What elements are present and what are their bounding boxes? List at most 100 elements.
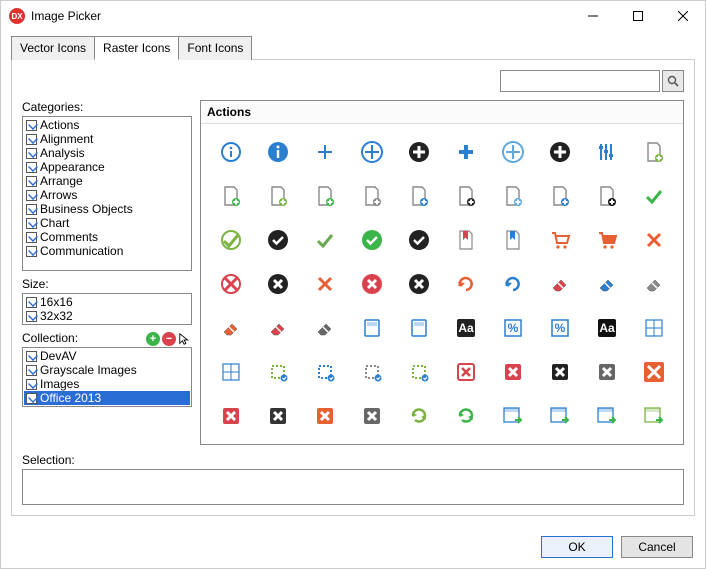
list-item[interactable]: 16x16: [24, 295, 190, 309]
list-item[interactable]: Grayscale Images: [24, 363, 190, 377]
icon-xbox[interactable]: [594, 359, 620, 385]
icon-xbox[interactable]: [547, 359, 573, 385]
checkbox-icon[interactable]: [26, 365, 37, 376]
icon-plus[interactable]: [547, 139, 573, 165]
icon-crop[interactable]: [265, 359, 291, 385]
icon-docadd[interactable]: [547, 183, 573, 209]
ok-button[interactable]: OK: [541, 536, 613, 558]
icon-docadd[interactable]: [453, 183, 479, 209]
icon-crop[interactable]: [312, 359, 338, 385]
checkbox-icon[interactable]: [26, 311, 37, 322]
icon-pct[interactable]: %: [547, 315, 573, 341]
icon-tablego[interactable]: [594, 403, 620, 429]
icon-plus[interactable]: [359, 139, 385, 165]
icon-redo[interactable]: [453, 271, 479, 297]
checkbox-icon[interactable]: [26, 148, 37, 159]
icon-xbox[interactable]: [265, 403, 291, 429]
list-item[interactable]: Appearance: [24, 160, 190, 174]
search-button[interactable]: [662, 70, 684, 92]
icon-eraser[interactable]: [547, 271, 573, 297]
categories-list[interactable]: ActionsAlignmentAnalysisAppearanceArrang…: [22, 116, 192, 271]
icon-eraser[interactable]: [312, 315, 338, 341]
list-item[interactable]: Actions: [24, 118, 190, 132]
icon-x[interactable]: [359, 271, 385, 297]
list-item[interactable]: Arrows: [24, 188, 190, 202]
icon-info[interactable]: [218, 139, 244, 165]
icon-eraser[interactable]: [641, 271, 667, 297]
checkbox-icon[interactable]: [26, 393, 37, 404]
icon-xbox[interactable]: [359, 403, 385, 429]
cancel-button[interactable]: Cancel: [621, 536, 693, 558]
icon-docadd[interactable]: [594, 183, 620, 209]
icon-eraser[interactable]: [218, 315, 244, 341]
icon-equalizer[interactable]: [594, 139, 620, 165]
size-list[interactable]: 16x1632x32: [22, 293, 192, 325]
icon-check[interactable]: [312, 227, 338, 253]
list-item[interactable]: Arrange: [24, 174, 190, 188]
minimize-button[interactable]: [570, 1, 615, 31]
icon-plus[interactable]: [500, 139, 526, 165]
list-item[interactable]: Comments: [24, 230, 190, 244]
list-item[interactable]: Office 2013: [24, 391, 190, 405]
icon-docadd[interactable]: [406, 183, 432, 209]
tab-vector-icons[interactable]: Vector Icons: [11, 36, 95, 60]
list-item[interactable]: DevAV: [24, 349, 190, 363]
list-item[interactable]: Analysis: [24, 146, 190, 160]
icon-plus[interactable]: [453, 139, 479, 165]
icon-redo[interactable]: [500, 271, 526, 297]
icon-docadd[interactable]: [500, 183, 526, 209]
icon-docadd[interactable]: [265, 183, 291, 209]
icon-bookmark[interactable]: [453, 227, 479, 253]
checkbox-icon[interactable]: [26, 379, 37, 390]
icon-plus[interactable]: [312, 139, 338, 165]
icon-refresh[interactable]: [453, 403, 479, 429]
list-item[interactable]: Images: [24, 377, 190, 391]
collection-list[interactable]: DevAVGrayscale ImagesImagesOffice 2013: [22, 347, 192, 407]
icon-xbox[interactable]: [641, 359, 667, 385]
checkbox-icon[interactable]: [26, 218, 37, 229]
icon-xbox[interactable]: [218, 403, 244, 429]
checkbox-icon[interactable]: [26, 162, 37, 173]
icon-plus[interactable]: [406, 139, 432, 165]
checkbox-icon[interactable]: [26, 190, 37, 201]
icon-x[interactable]: [218, 271, 244, 297]
icon-x[interactable]: [312, 271, 338, 297]
icon-info[interactable]: [265, 139, 291, 165]
icon-x[interactable]: [641, 227, 667, 253]
icon-x[interactable]: [406, 271, 432, 297]
checkbox-icon[interactable]: [26, 351, 37, 362]
icon-calc[interactable]: [406, 315, 432, 341]
checkbox-icon[interactable]: [26, 120, 37, 131]
list-item[interactable]: 32x32: [24, 309, 190, 323]
checkbox-icon[interactable]: [26, 232, 37, 243]
list-item[interactable]: Business Objects: [24, 202, 190, 216]
icon-check[interactable]: [359, 227, 385, 253]
icon-cart[interactable]: [547, 227, 573, 253]
close-button[interactable]: [660, 1, 705, 31]
icon-check[interactable]: [265, 227, 291, 253]
icon-bookmark[interactable]: [500, 227, 526, 253]
icon-xbox[interactable]: [500, 359, 526, 385]
icon-docadd[interactable]: [359, 183, 385, 209]
icon-check[interactable]: [218, 227, 244, 253]
list-item[interactable]: Communication: [24, 244, 190, 258]
icon-docadd[interactable]: [641, 139, 667, 165]
icon-aa[interactable]: Aa: [594, 315, 620, 341]
icon-aa[interactable]: Aa: [453, 315, 479, 341]
icon-docadd[interactable]: [312, 183, 338, 209]
icon-check[interactable]: [641, 183, 667, 209]
checkbox-icon[interactable]: [26, 297, 37, 308]
icon-grid[interactable]: [218, 359, 244, 385]
icon-docadd[interactable]: [218, 183, 244, 209]
tab-font-icons[interactable]: Font Icons: [178, 36, 252, 60]
tab-raster-icons[interactable]: Raster Icons: [94, 36, 179, 60]
checkbox-icon[interactable]: [26, 246, 37, 257]
icon-eraser[interactable]: [265, 315, 291, 341]
icon-pct[interactable]: %: [500, 315, 526, 341]
icon-grid[interactable]: [641, 315, 667, 341]
icon-refresh[interactable]: [406, 403, 432, 429]
list-item[interactable]: Alignment: [24, 132, 190, 146]
icon-crop[interactable]: [406, 359, 432, 385]
icon-tablego[interactable]: [500, 403, 526, 429]
checkbox-icon[interactable]: [26, 204, 37, 215]
